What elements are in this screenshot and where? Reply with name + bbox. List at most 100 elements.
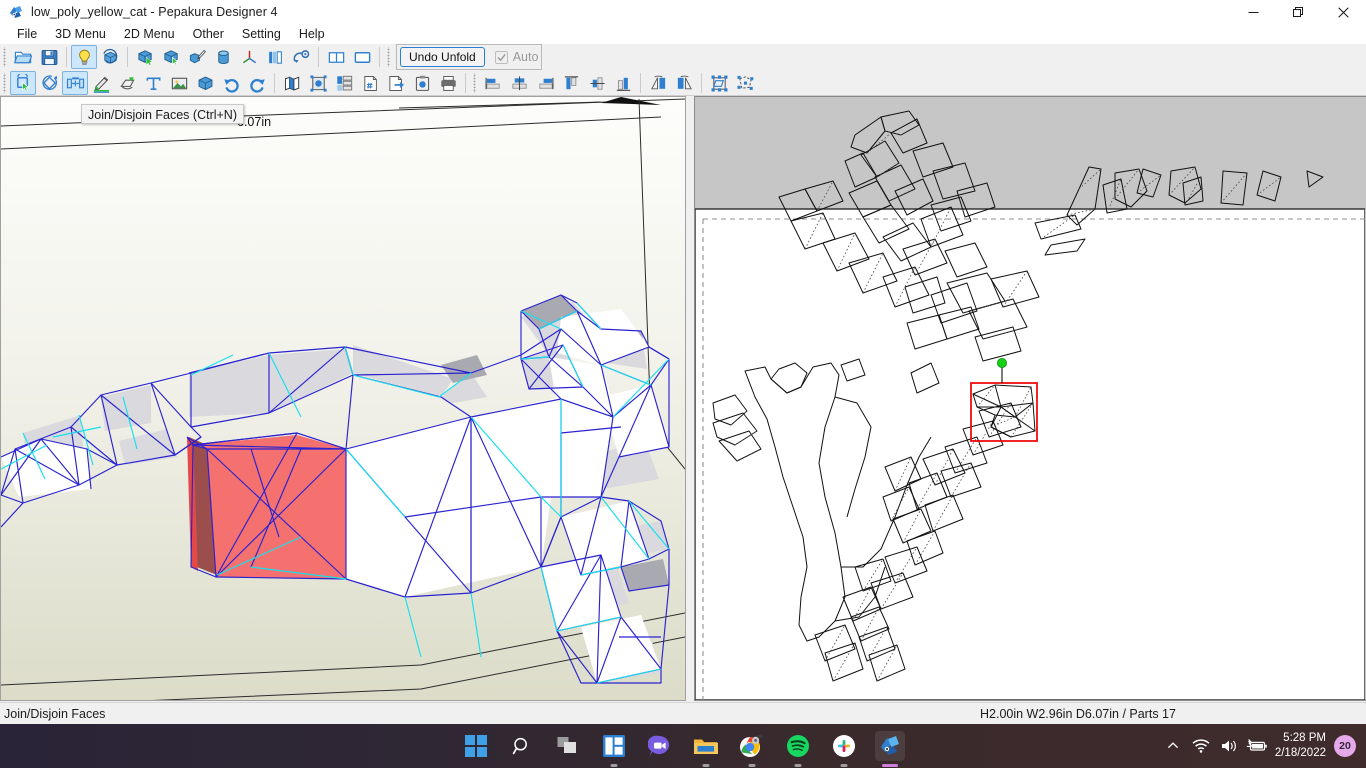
menu-other[interactable]: Other [184,25,233,43]
page-number-icon[interactable] [357,71,383,95]
redo-icon[interactable] [244,71,270,95]
layout-icon[interactable] [331,71,357,95]
flip-vertical-icon[interactable] [671,71,697,95]
taskbar-running-dot [749,764,756,767]
toolbar-separator [127,47,128,67]
task-view-icon[interactable] [553,731,583,761]
align-middle-icon[interactable] [584,71,610,95]
rotate-model-icon[interactable] [97,45,123,69]
volume-icon[interactable] [1215,729,1243,763]
align-center-h-icon[interactable] [506,71,532,95]
pivot-handle[interactable] [997,358,1006,367]
toolbar-separator [318,47,319,67]
add-text-icon[interactable] [140,71,166,95]
toolbar-separator [379,47,380,67]
close-button[interactable] [1321,0,1366,24]
undo-unfold-button[interactable]: Undo Unfold [400,47,485,67]
notification-badge[interactable]: 20 [1334,735,1356,757]
split-view-icon[interactable] [323,45,349,69]
toolbar-grip[interactable] [472,73,479,93]
edit-flap-icon[interactable] [88,71,114,95]
texture-strip-icon[interactable] [262,45,288,69]
group-parts-icon[interactable] [706,71,732,95]
view-2d-canvas[interactable] [695,97,1365,700]
ungroup-parts-icon[interactable] [732,71,758,95]
view-3d-canvas[interactable] [1,97,685,700]
align-right-icon[interactable] [532,71,558,95]
fit-page-icon[interactable] [305,71,331,95]
pepakura-app-icon [8,4,24,20]
pepakura-taskbar-icon[interactable] [875,731,905,761]
taskbar-active-indicator [882,764,898,767]
menu-help[interactable]: Help [290,25,334,43]
undo-icon[interactable] [218,71,244,95]
single-view-icon[interactable] [349,45,375,69]
taskbar-running-dot [795,764,802,767]
menu-bar: File 3D Menu 2D Menu Other Setting Help [0,24,1366,44]
chrome-icon[interactable] [737,731,767,761]
search-icon[interactable] [507,731,537,761]
slack-icon[interactable] [829,731,859,761]
toolbars: Undo Unfold Auto [0,44,1366,96]
join-disjoin-faces-icon[interactable] [62,71,88,95]
align-top-icon[interactable] [558,71,584,95]
toolbar-grip[interactable] [2,73,9,93]
face-3d-icon[interactable] [192,71,218,95]
taskbar-running-dot [703,764,710,767]
align-left-icon[interactable] [480,71,506,95]
move-part-icon[interactable] [10,71,36,95]
menu-file[interactable]: File [8,25,46,43]
toolbar-separator [640,73,641,93]
auto-checkbox-box[interactable] [495,51,508,64]
toolbar-grip[interactable] [2,47,9,67]
flip-horizontal-icon[interactable] [645,71,671,95]
axis-icon[interactable] [236,45,262,69]
select-part-icon[interactable] [158,45,184,69]
add-image-icon[interactable] [166,71,192,95]
export-icon[interactable] [383,71,409,95]
clock-time: 5:28 PM [1283,731,1326,746]
battery-charging-icon[interactable] [1243,729,1271,763]
select-face-icon[interactable] [132,45,158,69]
paint-model-icon[interactable] [184,45,210,69]
wifi-icon[interactable] [1187,729,1215,763]
title-bar: low_poly_yellow_cat - Pepakura Designer … [0,0,1366,24]
widgets-icon[interactable] [599,731,629,761]
show-hidden-icons[interactable] [1159,729,1187,763]
auto-checkbox[interactable]: Auto [495,50,539,64]
toolbar-row-2 [0,70,1366,96]
start-button[interactable] [461,731,491,761]
window-title: low_poly_yellow_cat - Pepakura Designer … [31,5,278,19]
align-bottom-icon[interactable] [610,71,636,95]
save-file-icon[interactable] [36,45,62,69]
rotate-part-icon[interactable] [36,71,62,95]
maximize-button[interactable] [1276,0,1321,24]
tooltip: Join/Disjoin Faces (Ctrl+N) [81,104,244,124]
workspace [0,96,1366,702]
menu-2d[interactable]: 2D Menu [115,25,184,43]
status-left-text: Join/Disjoin Faces [0,707,105,721]
status-bar: Join/Disjoin Faces H2.00in W2.96in D6.07… [0,702,1366,724]
print-icon[interactable] [435,71,461,95]
unfold-map-icon[interactable] [279,71,305,95]
flap-shape-icon[interactable] [114,71,140,95]
cylinder-icon[interactable] [210,45,236,69]
panel-splitter[interactable] [686,96,694,701]
spotify-icon[interactable] [783,731,813,761]
menu-setting[interactable]: Setting [233,25,290,43]
chat-icon[interactable] [645,731,675,761]
toolbar-row-1: Undo Unfold Auto [0,44,1366,70]
toolbar-grip[interactable] [386,47,393,67]
taskbar: 5:28 PM 2/18/2022 20 [0,724,1366,768]
system-tray: 5:28 PM 2/18/2022 20 [1159,729,1360,763]
view-3d-panel[interactable] [0,96,686,701]
clock[interactable]: 5:28 PM 2/18/2022 [1271,731,1334,761]
clipboard-icon[interactable] [409,71,435,95]
unfold-icon[interactable] [288,45,314,69]
minimize-button[interactable] [1231,0,1276,24]
lightbulb-icon[interactable] [71,45,97,69]
open-file-icon[interactable] [10,45,36,69]
menu-3d[interactable]: 3D Menu [46,25,115,43]
file-explorer-icon[interactable] [691,731,721,761]
view-2d-panel[interactable] [694,96,1366,701]
